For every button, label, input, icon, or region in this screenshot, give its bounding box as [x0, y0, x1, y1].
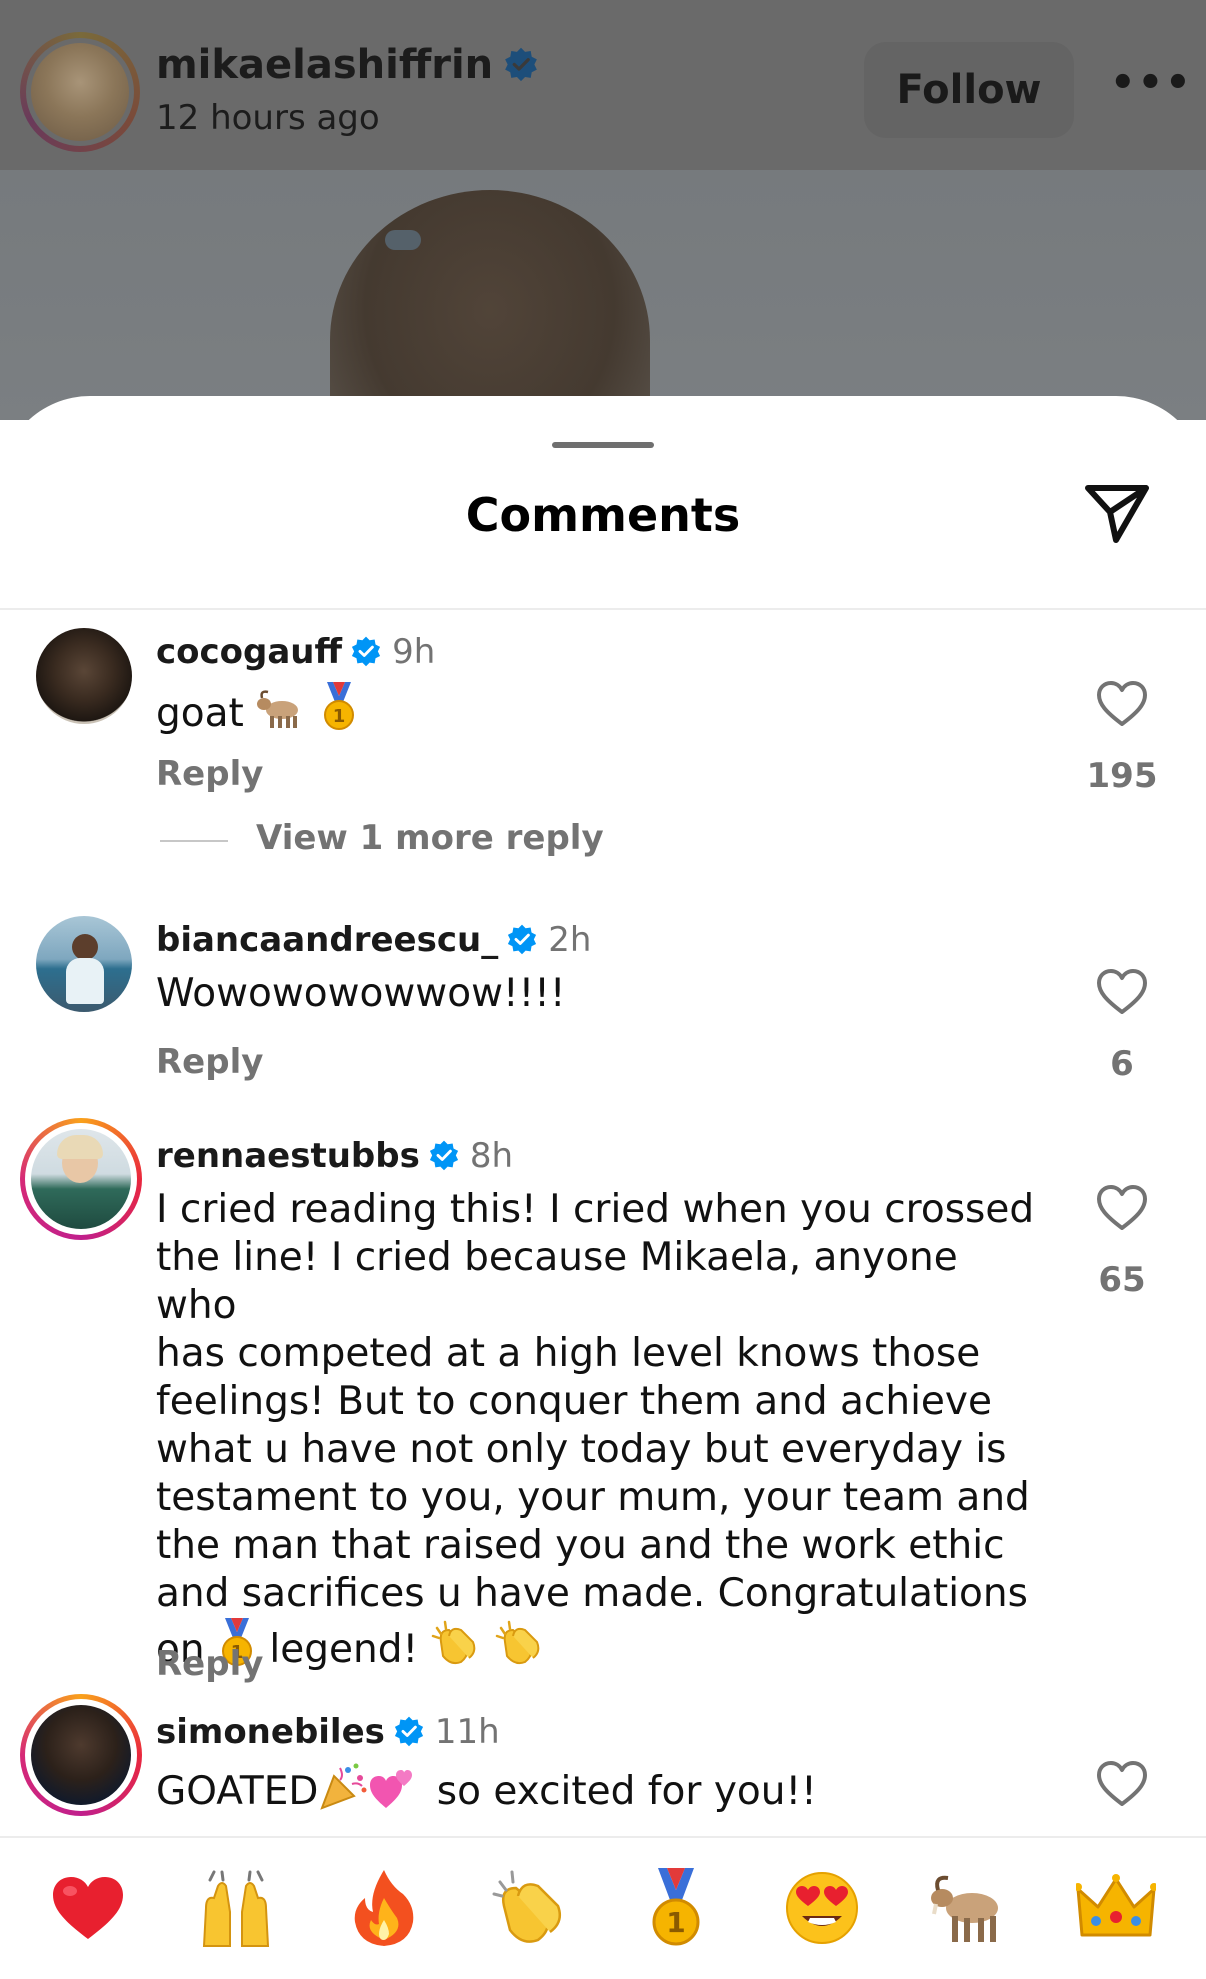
fire-reaction-button[interactable] — [344, 1868, 424, 1948]
gold-medal-emoji-icon: 1 — [323, 682, 354, 730]
comment-line: testament to you, your mum, your team an… — [156, 1475, 1030, 1520]
heart-outline-icon[interactable] — [1096, 1184, 1148, 1232]
verified-badge-icon — [508, 924, 537, 955]
comment-timestamp: 2h — [548, 920, 592, 960]
thread-line — [160, 840, 228, 842]
post-background: mikaelashiffrin 12 hours ago Follow ••• — [0, 0, 1206, 420]
post-photo-subject — [330, 190, 650, 420]
comment-line: the line! I cried because Mikaela, anyon… — [156, 1235, 958, 1328]
goat-icon — [931, 1875, 998, 1942]
sheet-grabber-handle[interactable] — [552, 442, 654, 448]
raising-hands-icon — [202, 1870, 270, 1947]
like-count: 6 — [1110, 1044, 1134, 1084]
heart-outline-icon[interactable] — [1096, 968, 1148, 1016]
clapping-hands-icon — [492, 1870, 561, 1943]
goat-emoji-icon — [257, 690, 299, 728]
comment-username[interactable]: simonebiles 11h — [156, 1712, 500, 1752]
comment-line: has competed at a high level knows those — [156, 1331, 981, 1376]
paper-plane-icon[interactable] — [1082, 478, 1152, 548]
comment-text: goat 1 — [156, 682, 359, 738]
party-popper-emoji-icon — [320, 1763, 367, 1810]
post-author-avatar[interactable] — [20, 32, 140, 152]
comments-sheet: Comments cocogauff 9h goat 1 Reply 195 V… — [0, 396, 1206, 1979]
like-count: 195 — [1086, 756, 1158, 796]
comment-text: GOATED so excited for you!! — [156, 1762, 817, 1816]
gold-medal-icon: 1 — [652, 1868, 700, 1946]
post-photo-detail — [385, 230, 421, 250]
gold-medal-reaction-button[interactable]: 1 — [636, 1868, 716, 1948]
clapping-hands-emoji-icon — [431, 1620, 475, 1665]
raising-hands-reaction-button[interactable] — [196, 1868, 276, 1948]
two-hearts-emoji-icon — [370, 1770, 413, 1808]
post-timestamp: 12 hours ago — [156, 98, 380, 138]
comment-text: Wowowowowwow!!!! — [156, 971, 566, 1016]
like-count: 65 — [1098, 1260, 1146, 1300]
svg-text:1: 1 — [332, 706, 345, 727]
comment-username-text[interactable]: cocogauff — [156, 632, 342, 672]
heart-outline-icon[interactable] — [1096, 1760, 1148, 1808]
verified-badge-icon — [351, 636, 381, 667]
verified-badge-icon — [505, 47, 537, 82]
reply-button[interactable]: Reply — [156, 1644, 263, 1684]
comment-text: I cried reading this! I cried when you c… — [156, 1186, 1036, 1674]
clapping-hands-reaction-button[interactable] — [490, 1868, 570, 1948]
sheet-title: Comments — [465, 488, 741, 542]
comment-username[interactable]: biancaandreescu_ 2h — [156, 920, 591, 960]
comment-text-content: goat — [156, 691, 244, 736]
comment-username[interactable]: rennaestubbs 8h — [156, 1136, 513, 1176]
fire-icon — [354, 1870, 414, 1946]
comment-line: I cried reading this! I cried when you c… — [156, 1187, 1035, 1232]
comment-line: and sacrifices u have made. Congratulati… — [156, 1571, 1028, 1616]
comment-line: what u have not only today but everyday … — [156, 1427, 1007, 1472]
post-username-text[interactable]: mikaelashiffrin — [156, 42, 493, 88]
comment-line: feelings! But to conquer them and achiev… — [156, 1379, 992, 1424]
svg-text:1: 1 — [666, 1906, 685, 1939]
reply-button[interactable]: Reply — [156, 754, 263, 794]
comment-timestamp: 8h — [469, 1136, 514, 1176]
comment-line-end: legend! — [269, 1627, 419, 1672]
post-author-username[interactable]: mikaelashiffrin — [156, 42, 539, 88]
comment-text-start: GOATED — [156, 1769, 319, 1814]
red-heart-icon — [53, 1877, 123, 1939]
avatar[interactable] — [36, 916, 132, 1012]
avatar[interactable] — [36, 628, 132, 724]
story-ring-avatar[interactable] — [20, 1118, 142, 1240]
more-options-icon[interactable]: ••• — [1110, 60, 1191, 116]
heart-reaction-button[interactable] — [48, 1868, 128, 1948]
comment-username-text[interactable]: rennaestubbs — [156, 1136, 420, 1176]
comment-text-end: so excited for you!! — [436, 1769, 817, 1814]
verified-badge-icon — [394, 1716, 423, 1747]
crown-icon — [1076, 1874, 1156, 1937]
reply-button[interactable]: Reply — [156, 1042, 263, 1082]
comment-username-text[interactable]: biancaandreescu_ — [156, 920, 498, 960]
comment-timestamp: 11h — [434, 1712, 500, 1752]
comment-timestamp: 9h — [392, 632, 436, 672]
heart-eyes-reaction-button[interactable] — [782, 1868, 862, 1948]
follow-button[interactable]: Follow — [864, 42, 1074, 138]
crown-reaction-button[interactable] — [1076, 1868, 1156, 1948]
clapping-hands-emoji-icon — [495, 1620, 540, 1665]
view-more-replies-label[interactable]: View 1 more reply — [256, 818, 604, 858]
post-image — [0, 170, 1206, 420]
quick-reaction-bar: 1 — [0, 1836, 1206, 1979]
comment-line: on 1 legend! — [156, 1618, 1036, 1674]
heart-eyes-icon — [786, 1872, 858, 1944]
comment-username-text[interactable]: simonebiles — [156, 1712, 385, 1752]
comment-line: the man that raised you and the work eth… — [156, 1523, 1005, 1568]
heart-outline-icon[interactable] — [1096, 680, 1148, 728]
sheet-divider — [0, 608, 1206, 610]
verified-badge-icon — [429, 1140, 458, 1171]
comment-username[interactable]: cocogauff 9h — [156, 632, 435, 672]
goat-reaction-button[interactable] — [928, 1868, 1008, 1948]
story-ring-avatar[interactable] — [20, 1694, 142, 1816]
